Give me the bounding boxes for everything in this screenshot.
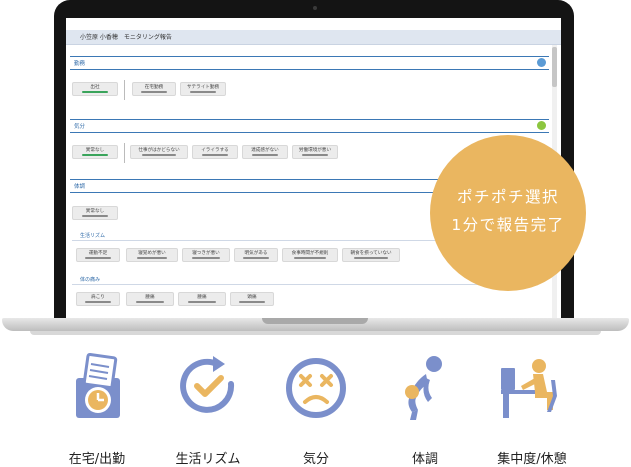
rhythm-clock-icon: [180, 356, 235, 413]
pain-label: 体の痛み: [80, 277, 101, 283]
rhythm-option-4[interactable]: 食事時間が不規則: [282, 248, 338, 262]
badge-line-2: 1分で報告完了: [451, 216, 565, 234]
promo-badge: ポチポチ選択 1分で報告完了: [430, 135, 586, 291]
mood-option-normal[interactable]: 異常なし: [72, 145, 118, 159]
condition-option-normal[interactable]: 異常なし: [72, 206, 118, 220]
divider: [124, 80, 125, 100]
divider: [72, 284, 482, 285]
section-mood: 気分: [70, 119, 549, 133]
rhythm-label: 生活リズム: [80, 233, 106, 239]
pain-option-3[interactable]: 頭痛: [230, 292, 274, 306]
rhythm-option-3[interactable]: 明気がある: [234, 248, 278, 262]
pain-option-2[interactable]: 腰痛: [178, 292, 226, 306]
feature-label-focus: 集中度/休憩: [497, 452, 567, 467]
work-option-satellite[interactable]: サテライト勤務: [180, 82, 226, 96]
divider: [124, 143, 125, 163]
feature-label-condition: 体調: [411, 452, 438, 467]
section-condition-label: 体調: [74, 184, 86, 190]
smile-icon[interactable]: [537, 121, 546, 130]
work-option-home[interactable]: 在宅勤務: [132, 82, 176, 96]
mood-option-bad-environment[interactable]: 労働環境が悪い: [292, 145, 338, 159]
feature-label-work: 在宅/出勤: [68, 452, 126, 467]
work-option-office[interactable]: 出社: [72, 82, 118, 96]
mood-option-no-achievement[interactable]: 達成感がない: [242, 145, 288, 159]
back-pain-icon: [405, 356, 442, 420]
laptop-notch: [262, 318, 368, 324]
feature-label-mood: 気分: [302, 452, 329, 467]
laptop-shadow: [30, 331, 601, 335]
rhythm-option-5[interactable]: 朝食を摂っていない: [342, 248, 400, 262]
rhythm-option-0[interactable]: 運動不足: [76, 248, 120, 262]
scroll-thumb[interactable]: [552, 47, 557, 87]
feature-label-rhythm: 生活リズム: [175, 452, 241, 467]
pain-option-1[interactable]: 腰痛: [126, 292, 174, 306]
info-icon[interactable]: [537, 58, 546, 67]
rhythm-option-2[interactable]: 寝つきが悪い: [182, 248, 230, 262]
divider: [72, 240, 482, 241]
mood-option-unproductive[interactable]: 仕事がはかどらない: [130, 145, 188, 159]
section-work-label: 勤務: [74, 61, 86, 67]
report-title: 小笠原 小香穂 モニタリング報告: [80, 34, 172, 41]
rhythm-option-1[interactable]: 寝覚めが悪い: [126, 248, 178, 262]
section-mood-label: 気分: [74, 124, 86, 130]
desk-worker-icon: [501, 359, 557, 418]
mood-option-irritated[interactable]: イライラする: [192, 145, 238, 159]
section-work: 勤務: [70, 56, 549, 70]
pain-option-0[interactable]: 肩こり: [76, 292, 120, 306]
dizzy-face-icon: [286, 358, 346, 418]
camera-dot: [313, 6, 317, 10]
clock-document-icon: [76, 352, 120, 418]
badge-line-1: ポチポチ選択: [456, 188, 559, 206]
app-header: 小笠原 小香穂 モニタリング報告: [66, 30, 561, 45]
